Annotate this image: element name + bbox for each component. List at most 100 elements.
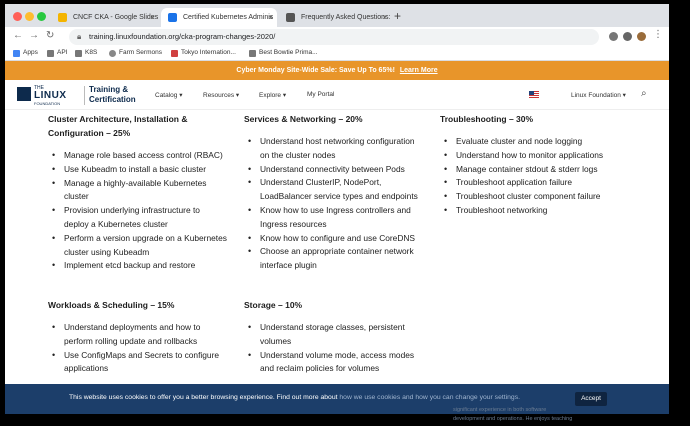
list-item: Understand how to monitor applications	[440, 149, 640, 163]
list-item-cont: volumes	[260, 335, 292, 346]
linux-foundation-favicon-icon	[168, 13, 177, 22]
training-certification-brand[interactable]: Training & Certification	[89, 85, 136, 105]
bookmark-label: Tokyo Internation...	[181, 49, 236, 56]
cookie-banner: This website uses cookies to offer you a…	[5, 384, 669, 414]
logo-divider	[84, 86, 85, 105]
domain-workloads-scheduling: Workloads & Scheduling – 15% Understand …	[48, 298, 238, 376]
page-favicon-icon	[286, 13, 295, 22]
bookmark-bowtie[interactable]: Best Bowtie Prima...	[249, 49, 318, 57]
domain-list: Understand storage classes, persistent v…	[244, 321, 440, 376]
bookmark-api[interactable]: API	[47, 49, 68, 57]
kebab-menu-icon[interactable]: ⋮	[653, 29, 663, 40]
close-window-button[interactable]	[13, 12, 22, 21]
domain-list: Understand deployments and how to perfor…	[48, 321, 238, 376]
domain-title: Troubleshooting – 30%	[440, 114, 534, 124]
domain-title: Services & Networking – 20%	[244, 114, 363, 124]
forward-arrow-icon[interactable]: →	[29, 30, 39, 41]
tab-title: Certified Kubernetes Adminis	[183, 14, 274, 21]
puzzle-icon[interactable]	[623, 32, 632, 41]
site-header: THE LINUX FOUNDATION Training & Certific…	[5, 80, 669, 110]
close-tab-icon[interactable]: ×	[268, 8, 273, 27]
new-tab-button[interactable]: +	[394, 9, 401, 23]
promo-banner: Cyber Monday Site-Wide Sale: Save Up To …	[5, 61, 669, 80]
list-item: Understand host networking configuration	[244, 135, 440, 149]
list-item: Understand volume mode, access modes	[244, 349, 440, 363]
logo-mark-icon	[17, 87, 31, 101]
nav-resources[interactable]: Resources ▾	[203, 91, 239, 99]
nav-linux-foundation[interactable]: Linux Foundation ▾	[571, 91, 626, 99]
brand-line-1: Training &	[89, 85, 129, 94]
list-item: Understand deployments and how to	[48, 321, 238, 335]
close-tab-icon[interactable]: ×	[382, 8, 387, 27]
reload-icon[interactable]: ↻	[46, 30, 54, 41]
bookmark-label: K8S	[85, 49, 98, 56]
list-item: Implement etcd backup and restore	[48, 259, 238, 273]
domain-title: Workloads & Scheduling – 15%	[48, 300, 175, 310]
list-item-cont: perform rolling update and rollbacks	[64, 335, 198, 346]
bookmark-tokyo[interactable]: Tokyo Internation...	[171, 49, 236, 57]
nav-my-portal[interactable]: My Portal	[307, 91, 334, 98]
domain-cluster-architecture: Cluster Architecture, Installation & Conf…	[48, 112, 238, 273]
tab-faq[interactable]: Frequently Asked Questions: ×	[279, 8, 391, 27]
cookie-text: This website uses cookies to offer you a…	[69, 394, 338, 401]
list-item: Choose an appropriate container network	[244, 245, 440, 259]
bookmark-label: Apps	[23, 49, 38, 56]
domain-title: Storage – 10%	[244, 300, 303, 310]
globe-icon	[109, 50, 116, 57]
apps-grid-icon	[13, 50, 20, 57]
learn-more-link[interactable]: Learn More	[400, 67, 438, 74]
domain-storage: Storage – 10% Understand storage classes…	[244, 298, 440, 376]
profile-avatar[interactable]	[637, 32, 646, 41]
tab-cka-active[interactable]: Certified Kubernetes Adminis ×	[161, 8, 277, 27]
us-flag-icon[interactable]	[529, 91, 539, 98]
domain-title: Cluster Architecture, Installation & Conf…	[48, 114, 188, 138]
domain-list: Manage role based access control (RBAC) …	[48, 149, 238, 273]
nav-catalog[interactable]: Catalog ▾	[155, 91, 182, 99]
tab-bar: CNCF CKA - Google Slides × Certified Kub…	[5, 4, 669, 27]
search-icon[interactable]: ⌕	[641, 88, 647, 99]
folder-icon	[47, 50, 54, 57]
bookmark-k8s[interactable]: K8S	[75, 49, 98, 57]
nav-explore[interactable]: Explore ▾	[259, 91, 286, 99]
zoom-window-button[interactable]	[37, 12, 46, 21]
linux-foundation-logo[interactable]: THE LINUX FOUNDATION	[17, 85, 81, 106]
list-item: Manage a highly-available Kubernetes	[48, 177, 238, 191]
accept-cookies-button[interactable]: Accept	[575, 392, 607, 406]
tab-google-slides[interactable]: CNCF CKA - Google Slides ×	[51, 8, 159, 27]
list-item: Understand connectivity between Pods	[244, 163, 440, 177]
site-favicon-icon	[171, 50, 178, 57]
bookmark-apps[interactable]: Apps	[13, 49, 38, 57]
list-item: Understand ClusterIP, NodePort,	[244, 176, 440, 190]
list-item: Know how to use Ingress controllers and	[244, 204, 440, 218]
browser-window: CNCF CKA - Google Slides × Certified Kub…	[5, 4, 669, 414]
bookmark-label: Farm Sermons	[119, 49, 162, 56]
list-item: Troubleshoot application failure	[440, 176, 640, 190]
folder-icon	[75, 50, 82, 57]
list-item-cont: interface plugin	[260, 260, 317, 271]
back-arrow-icon[interactable]: ←	[13, 30, 23, 41]
bookmark-farm-sermons[interactable]: Farm Sermons	[109, 49, 162, 57]
bookmark-label: Best Bowtie Prima...	[259, 49, 318, 56]
cookie-settings-link[interactable]: how we use cookies and how you can chang…	[339, 394, 520, 401]
list-item-cont: deploy a Kubernetes cluster	[64, 218, 168, 229]
bookmarks-bar: Apps API K8S Farm Sermons Tokyo Internat…	[5, 47, 669, 61]
close-tab-icon[interactable]: ×	[150, 8, 155, 27]
list-item-cont: cluster using Kubeadm	[64, 246, 150, 257]
tab-title: CNCF CKA - Google Slides	[73, 14, 159, 21]
tab-title: Frequently Asked Questions:	[301, 14, 391, 21]
domain-list: Evaluate cluster and node logging Unders…	[440, 135, 640, 218]
list-item: Understand storage classes, persistent	[244, 321, 440, 335]
list-item: Evaluate cluster and node logging	[440, 135, 640, 149]
minimize-window-button[interactable]	[25, 12, 34, 21]
list-item: Provision underlying infrastructure to	[48, 204, 238, 218]
side-margin	[669, 4, 690, 414]
domain-services-networking: Services & Networking – 20% Understand h…	[244, 112, 440, 273]
logo-foundation: FOUNDATION	[34, 101, 61, 106]
list-item: Troubleshoot networking	[440, 204, 640, 218]
bookmark-label: API	[57, 49, 68, 56]
extension-icon[interactable]	[609, 32, 618, 41]
address-bar[interactable]: 🔒︎ training.linuxfoundation.org/cka-prog…	[69, 29, 599, 45]
logo-linux: LINUX	[34, 90, 67, 101]
url-text[interactable]: training.linuxfoundation.org/cka-program…	[89, 32, 275, 41]
list-item: Use Kubeadm to install a basic cluster	[48, 163, 238, 177]
